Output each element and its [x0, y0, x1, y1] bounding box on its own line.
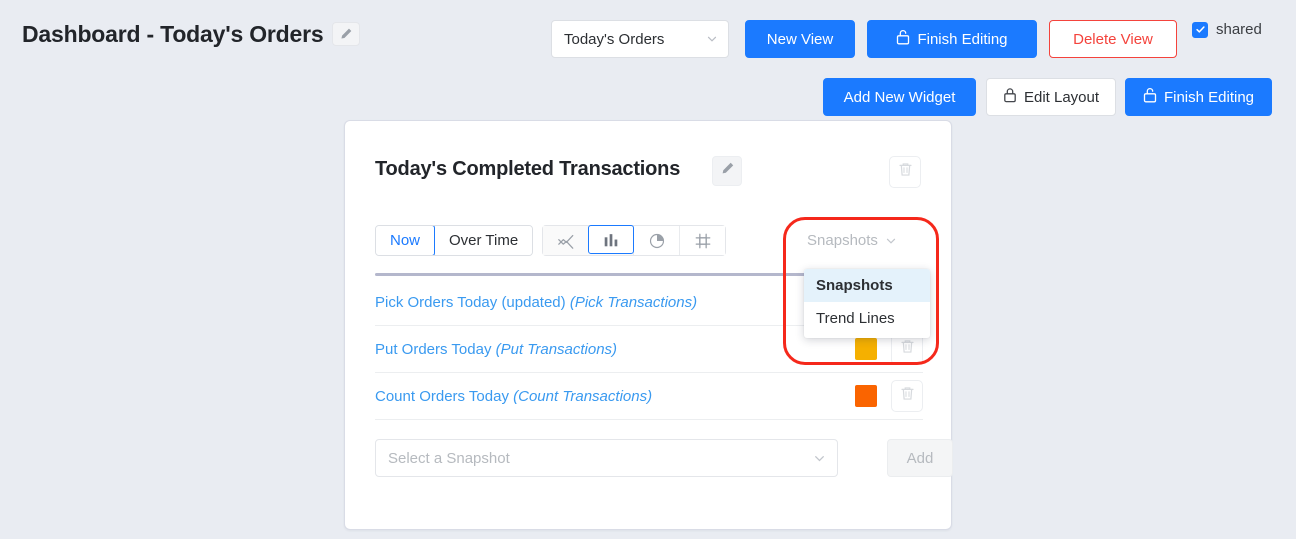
menu-item-trend-lines[interactable]: Trend Lines: [804, 302, 930, 335]
series-color-swatch[interactable]: [855, 385, 877, 407]
bar-chart-icon[interactable]: [588, 225, 634, 254]
edit-widget-title-button[interactable]: [712, 156, 742, 186]
series-source: (Put Transactions): [495, 340, 618, 358]
add-new-widget-button[interactable]: Add New Widget: [823, 78, 976, 116]
source-dropdown-button[interactable]: Snapshots: [787, 225, 917, 256]
add-snapshot-button[interactable]: Add: [887, 439, 953, 477]
new-view-label: New View: [766, 30, 834, 48]
chevron-down-icon: [813, 452, 825, 464]
series-row-actions: [855, 380, 923, 412]
trash-icon: [899, 385, 916, 407]
delete-widget-button[interactable]: [889, 156, 921, 188]
series-color-swatch[interactable]: [855, 338, 877, 360]
series-source: (Count Transactions): [513, 387, 653, 405]
add-button-label: Add: [906, 449, 934, 467]
trash-icon: [897, 161, 914, 183]
check-icon: [1195, 24, 1206, 35]
unlock-icon: [1143, 87, 1157, 107]
menu-item-snapshots[interactable]: Snapshots: [804, 269, 930, 302]
finish-editing-label: Finish Editing: [1163, 88, 1255, 106]
widget-title: Today's Completed Transactions: [375, 158, 681, 180]
series-label[interactable]: Pick Orders Today (updated) (Pick Transa…: [375, 294, 697, 311]
series-source: (Pick Transactions): [569, 293, 698, 311]
delete-view-label: Delete View: [1073, 30, 1153, 48]
series-name: Put Orders Today: [375, 340, 492, 358]
series-name: Pick Orders Today (updated): [375, 293, 566, 311]
pencil-icon: [339, 27, 353, 41]
page-title: Dashboard - Today's Orders: [22, 21, 324, 47]
lock-icon: [1003, 87, 1017, 107]
view-select[interactable]: Today's Orders: [551, 20, 729, 58]
widget-card: Today's Completed Transactions Now Over …: [344, 120, 953, 530]
finish-editing-button-top[interactable]: Finish Editing: [867, 20, 1037, 58]
source-dropdown-menu[interactable]: Snapshots Trend Lines: [804, 269, 930, 338]
finish-editing-label: Finish Editing: [917, 30, 1008, 48]
shared-label: shared: [1216, 21, 1262, 38]
toggle-option-over-time[interactable]: Over Time: [434, 226, 533, 255]
toggle-option-now[interactable]: Now: [376, 226, 436, 255]
series-row: Count Orders Today (Count Transactions): [375, 373, 923, 420]
pie-chart-icon[interactable]: [633, 226, 679, 255]
snapshot-select[interactable]: Select a Snapshot: [375, 439, 838, 477]
trash-icon: [899, 338, 916, 360]
top-header: Dashboard - Today's Orders Today's Order…: [0, 0, 1296, 72]
delete-series-button[interactable]: [891, 380, 923, 412]
chevron-down-icon: [706, 33, 718, 45]
series-name: Count Orders Today: [375, 387, 509, 405]
series-label[interactable]: Count Orders Today (Count Transactions): [375, 388, 652, 405]
add-series-row: Select a Snapshot Add: [375, 439, 953, 477]
shared-toggle[interactable]: shared: [1192, 21, 1262, 38]
series-label[interactable]: Put Orders Today (Put Transactions): [375, 341, 617, 358]
edit-layout-label: Edit Layout: [1023, 88, 1100, 106]
new-view-button[interactable]: New View: [745, 20, 855, 58]
finish-editing-button-layout[interactable]: Finish Editing: [1125, 78, 1272, 116]
delete-view-button[interactable]: Delete View: [1049, 20, 1177, 58]
edit-layout-button[interactable]: Edit Layout: [986, 78, 1116, 116]
view-select-value: Today's Orders: [564, 30, 665, 48]
pencil-icon: [720, 161, 735, 181]
shared-checkbox[interactable]: [1192, 21, 1208, 38]
chevron-down-icon: [885, 235, 897, 247]
snapshot-select-placeholder: Select a Snapshot: [388, 449, 510, 467]
source-dropdown-value: Snapshots: [807, 232, 878, 249]
line-chart-icon[interactable]: [543, 226, 589, 255]
time-range-toggle[interactable]: Now Over Time: [375, 225, 534, 256]
edit-title-button[interactable]: [332, 22, 360, 46]
unlock-icon: [896, 29, 910, 49]
add-new-widget-label: Add New Widget: [843, 88, 956, 106]
chart-type-group[interactable]: [542, 225, 726, 256]
settings-grid-icon[interactable]: [679, 226, 725, 255]
